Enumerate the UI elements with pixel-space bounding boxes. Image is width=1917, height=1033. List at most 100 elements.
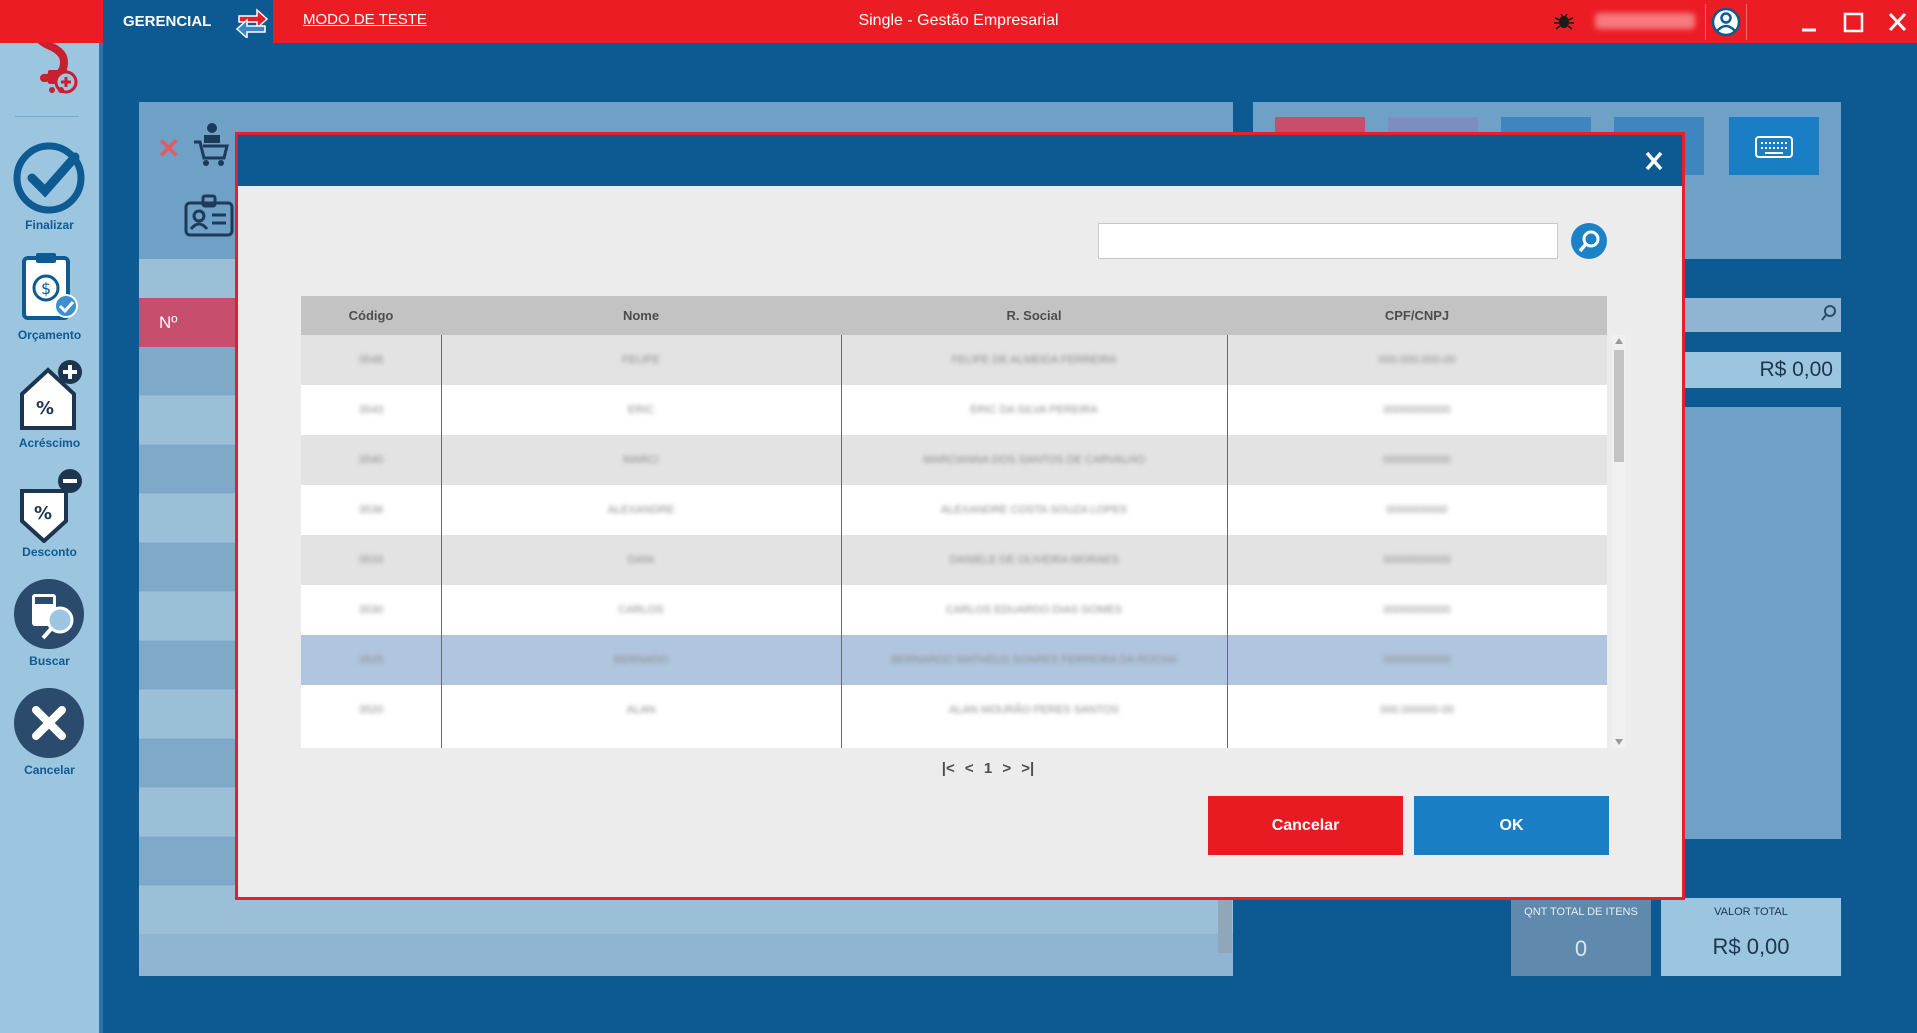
table-scrollbar[interactable]	[1612, 335, 1626, 748]
table-row[interactable]: 3533 DANI DANIELE DE OLIVEIRA MORAES 000000…	[301, 535, 1607, 585]
cell-rsocial: DANIELE DE OLIVEIRA MORAES	[949, 554, 1119, 566]
column-header-codigo[interactable]: Código	[301, 296, 441, 335]
cell-codigo: 3530	[358, 604, 384, 616]
cell-cpf-cnpj: 00000000000	[1383, 454, 1451, 466]
search-icon	[1578, 230, 1600, 253]
sidebar-item-desconto[interactable]: % Desconto	[0, 467, 99, 567]
valor-total-label: VALOR TOTAL	[1714, 906, 1788, 918]
cell-cpf-cnpj: 00000000000	[1383, 404, 1451, 416]
cell-rsocial: ERIC DA SILVA PEREIRA	[970, 404, 1098, 416]
cell-nome: CARLOS	[618, 604, 664, 616]
table-row[interactable]: 3543 ERIC ERIC DA SILVA PEREIRA 00000000000	[301, 385, 1607, 435]
sidebar-item-label: Orçamento	[17, 328, 82, 342]
column-divider	[1227, 335, 1228, 748]
cell-rsocial: BERNARDO MATHEUS SOARES FERREIRA DA ROCH…	[891, 654, 1177, 666]
valor-total-value: R$ 0,00	[1712, 934, 1790, 959]
x-circle-icon	[14, 688, 84, 758]
test-mode-link[interactable]: MODO DE TESTE	[303, 11, 427, 28]
column-header-nome[interactable]: Nome	[441, 296, 841, 335]
sidebar-item-label: Acréscimo	[18, 436, 81, 450]
cell-nome: BERNADO	[613, 654, 669, 666]
cell-nome: ALAN	[626, 704, 656, 716]
close-icon	[1645, 151, 1663, 171]
table-row[interactable]: 3525 BERNADO BERNARDO MATHEUS SOARES FERRE…	[301, 635, 1607, 685]
table-row[interactable]: 3540 MARCI MARCIANNA DOS SANTOS DE CARVALH…	[301, 435, 1607, 485]
switch-mode-icon[interactable]	[235, 4, 269, 38]
cell-codigo: 3525	[358, 654, 384, 666]
prev-page-button[interactable]: <	[965, 760, 974, 777]
cell-cpf-cnpj: 00000000000	[1383, 554, 1451, 566]
last-page-button[interactable]: >|	[1021, 760, 1034, 777]
customer-cart-icon[interactable]	[190, 122, 230, 168]
customer-id-card-icon[interactable]	[183, 193, 235, 239]
bug-report-icon[interactable]	[1553, 10, 1575, 32]
scroll-up-arrow-icon[interactable]	[1615, 338, 1623, 344]
minimize-button[interactable]	[1792, 6, 1826, 38]
cell-cpf-cnpj: 00000000000	[1383, 654, 1451, 666]
sidebar-item-cancelar[interactable]: Cancelar	[0, 685, 99, 785]
cell-codigo: 3548	[358, 354, 384, 366]
cell-codigo: 3536	[358, 504, 384, 516]
sidebar-item-finalizar[interactable]: Finalizar	[0, 140, 99, 240]
cell-nome: ERIC	[627, 404, 655, 416]
table-row[interactable]: 3548 FELIPE FELIPE DE ALMEIDA FERREIRA 000.…	[301, 335, 1607, 385]
check-circle-icon	[13, 142, 85, 214]
table-row[interactable]: 3530 CARLOS CARLOS EDUARDO DIAS GOMES 00000…	[301, 585, 1607, 635]
first-page-button[interactable]: |<	[942, 760, 955, 777]
cell-codigo: 3540	[358, 454, 384, 466]
pagination: |< < 1 > >|	[908, 760, 1068, 777]
close-dialog-button[interactable]	[1640, 147, 1668, 175]
scrollbar-thumb[interactable]	[1614, 350, 1624, 462]
table-row	[139, 935, 1233, 976]
cell-cpf-cnpj: 000.000000-00	[1379, 704, 1454, 716]
sidebar-item-orcamento[interactable]: $ Orçamento	[0, 250, 99, 350]
keyboard-tile[interactable]	[1729, 117, 1819, 175]
scroll-down-arrow-icon[interactable]	[1615, 739, 1623, 745]
svg-text:%: %	[34, 503, 52, 524]
customers-table: Código Nome R. Social CPF/CNPJ 3548 FELIP…	[301, 296, 1626, 748]
customer-search-input[interactable]	[1098, 223, 1558, 259]
cell-rsocial: MARCIANNA DOS SANTOS DE CARVALHO	[923, 454, 1145, 466]
search-button[interactable]	[1571, 223, 1607, 259]
cell-cpf-cnpj: 000.000.000-00	[1378, 354, 1456, 366]
cell-cpf-cnpj: 0000000000	[1386, 504, 1448, 516]
column-header-cpf-cnpj[interactable]: CPF/CNPJ	[1227, 296, 1607, 335]
cancel-button[interactable]: Cancelar	[1208, 796, 1403, 855]
sidebar-item-label: Desconto	[22, 545, 77, 559]
cell-rsocial: ALAN MOURÃO PERES SANTOS	[949, 704, 1119, 716]
search-icon[interactable]	[1820, 304, 1838, 322]
user-avatar-icon	[1711, 7, 1741, 37]
user-account-button[interactable]	[1705, 4, 1747, 40]
dialog-header	[238, 135, 1682, 186]
column-divider	[841, 335, 842, 748]
svg-text:%: %	[36, 398, 54, 419]
current-page-number[interactable]: 1	[984, 760, 992, 777]
ok-button[interactable]: OK	[1414, 796, 1609, 855]
sidebar: Finalizar $ Orçamento % Acréscimo % Desc…	[0, 0, 103, 1033]
svg-text:$: $	[41, 279, 51, 298]
search-calculator-icon	[14, 579, 84, 649]
maximize-button[interactable]	[1836, 6, 1870, 38]
items-number-column-header: Nº	[139, 298, 239, 347]
table-row[interactable]: 3520 ALAN ALAN MOURÃO PERES SANTOS 000.0000…	[301, 685, 1607, 735]
product-search-field[interactable]	[1668, 298, 1841, 332]
title-bar: GERENCIAL MODO DE TESTE Single - Gestão …	[0, 0, 1917, 43]
cell-codigo: 3543	[358, 404, 384, 416]
cell-rsocial: CARLOS EDUARDO DIAS GOMES	[945, 604, 1123, 616]
column-divider	[441, 335, 442, 748]
table-row[interactable]: 3536 ALEXANDRE ALEXANDRE COSTA SOUZA LOPES…	[301, 485, 1607, 535]
cell-nome: FELIPE	[622, 354, 660, 366]
sidebar-divider	[15, 116, 79, 117]
close-window-button[interactable]	[1880, 6, 1914, 38]
close-icon	[1888, 12, 1907, 32]
items-scrollbar[interactable]	[1218, 893, 1232, 953]
next-page-button[interactable]: >	[1002, 760, 1011, 777]
cell-codigo: 3520	[358, 704, 384, 716]
cell-rsocial: ALEXANDRE COSTA SOUZA LOPES	[940, 504, 1128, 516]
customer-search-dialog: Código Nome R. Social CPF/CNPJ 3548 FELIP…	[235, 132, 1685, 900]
qnt-total-label: QNT TOTAL DE ITENS	[1524, 906, 1638, 918]
column-header-rsocial[interactable]: R. Social	[841, 296, 1227, 335]
sidebar-item-buscar[interactable]: Buscar	[0, 576, 99, 676]
sidebar-item-acrescimo[interactable]: % Acréscimo	[0, 358, 99, 458]
remove-customer-icon[interactable]: ✕	[157, 132, 180, 165]
